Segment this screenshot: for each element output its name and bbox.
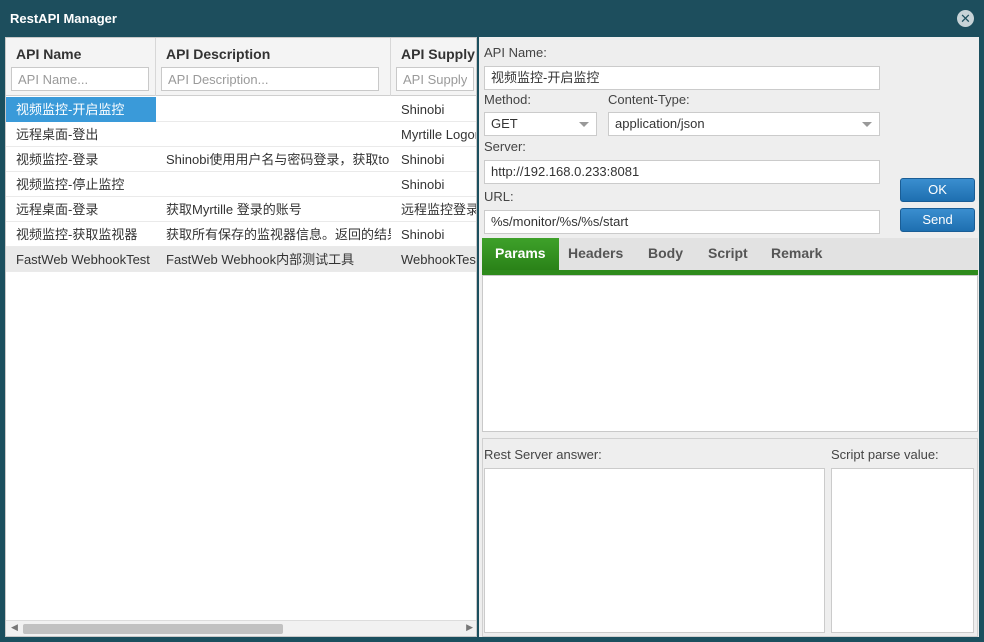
column-header-label: API Supply xyxy=(401,46,475,62)
row-description-cell[interactable] xyxy=(156,97,391,122)
row-description-cell[interactable]: Shinobi使用用户名与密码登录，获取to xyxy=(156,147,391,172)
api-detail-panel: API Name: 视频监控-开启监控 Method: Content-Type… xyxy=(479,37,979,637)
row-name-cell[interactable]: FastWeb WebhookTest xyxy=(6,247,156,272)
tab-script[interactable]: Script xyxy=(695,238,761,270)
rest-server-answer-box[interactable] xyxy=(484,468,825,633)
title-bar: RestAPI Manager ✕ xyxy=(0,0,984,36)
scroll-left-icon[interactable]: ◀ xyxy=(11,622,18,633)
row-description-cell[interactable]: 获取Myrtille 登录的账号 xyxy=(156,197,391,222)
column-api-description[interactable]: API Description xyxy=(156,38,391,96)
table-row[interactable]: 远程桌面-登出 Myrtille Logon xyxy=(6,122,476,147)
column-header-label: API Description xyxy=(166,46,271,62)
row-name-cell[interactable]: 视频监控-登录 xyxy=(6,147,156,172)
row-supply-cell[interactable]: Shinobi xyxy=(391,172,476,197)
url-label: URL: xyxy=(484,189,514,204)
api-name-filter-input[interactable] xyxy=(11,67,149,91)
method-value: GET xyxy=(491,116,518,131)
api-name-field[interactable]: 视频监控-开启监控 xyxy=(484,66,880,90)
request-tabs: Params Headers Body Script Remark xyxy=(482,238,978,275)
rest-server-answer-label: Rest Server answer: xyxy=(484,447,602,462)
row-description-cell[interactable] xyxy=(156,172,391,197)
window-title: RestAPI Manager xyxy=(10,11,117,26)
server-field[interactable]: http://192.168.0.233:8081 xyxy=(484,160,880,184)
api-description-filter-input[interactable] xyxy=(161,67,379,91)
script-parse-value-box[interactable] xyxy=(831,468,974,633)
chevron-down-icon xyxy=(862,122,872,127)
row-name-cell[interactable]: 远程桌面-登录 xyxy=(6,197,156,222)
tab-headers[interactable]: Headers xyxy=(555,238,636,270)
row-name-cell[interactable]: 视频监控-开启监控 xyxy=(6,97,156,122)
column-api-supply[interactable]: API Supply xyxy=(391,38,476,96)
content-type-select[interactable]: application/json xyxy=(608,112,880,136)
restapi-manager-window: RestAPI Manager ✕ API Name API Descripti… xyxy=(0,0,984,642)
api-grid: API Name API Description API Supply 视频监控… xyxy=(5,37,477,637)
row-supply-cell[interactable]: WebhookTest xyxy=(391,247,476,272)
row-description-cell[interactable] xyxy=(156,122,391,147)
table-row[interactable]: 远程桌面-登录 获取Myrtille 登录的账号 远程监控登录 xyxy=(6,197,476,222)
table-row[interactable]: 视频监控-获取监视器 获取所有保存的监视器信息。返回的结果 Shinobi xyxy=(6,222,476,247)
tab-body[interactable]: Body xyxy=(635,238,696,270)
row-supply-cell[interactable]: Shinobi xyxy=(391,222,476,247)
horizontal-scrollbar[interactable]: ◀ ▶ xyxy=(6,620,476,636)
row-supply-cell[interactable]: Shinobi xyxy=(391,147,476,172)
column-api-name[interactable]: API Name xyxy=(6,38,156,96)
table-row[interactable]: 视频监控-登录 Shinobi使用用户名与密码登录，获取to Shinobi xyxy=(6,147,476,172)
scroll-right-icon[interactable]: ▶ xyxy=(466,622,473,633)
api-name-label: API Name: xyxy=(484,45,547,60)
row-supply-cell[interactable]: Myrtille Logon xyxy=(391,122,476,147)
url-field[interactable]: %s/monitor/%s/%s/start xyxy=(484,210,880,234)
api-supply-filter-input[interactable] xyxy=(396,67,474,91)
grid-header: API Name API Description API Supply xyxy=(6,38,476,96)
row-name-cell[interactable]: 远程桌面-登出 xyxy=(6,122,156,147)
table-row[interactable]: FastWeb WebhookTest FastWeb Webhook内部测试工… xyxy=(6,247,476,272)
params-editor[interactable] xyxy=(482,275,978,432)
tab-params[interactable]: Params xyxy=(482,238,559,270)
answer-area: Rest Server answer: Script parse value: xyxy=(482,438,978,637)
send-button[interactable]: Send xyxy=(900,208,975,232)
table-row[interactable]: 视频监控-停止监控 Shinobi xyxy=(6,172,476,197)
content-type-label: Content-Type: xyxy=(608,92,690,107)
tab-remark[interactable]: Remark xyxy=(758,238,835,270)
method-select[interactable]: GET xyxy=(484,112,597,136)
row-name-cell[interactable]: 视频监控-停止监控 xyxy=(6,172,156,197)
chevron-down-icon xyxy=(579,122,589,127)
row-supply-cell[interactable]: Shinobi xyxy=(391,97,476,122)
row-description-cell[interactable]: FastWeb Webhook内部测试工具 xyxy=(156,247,391,272)
scrollbar-thumb[interactable] xyxy=(23,624,283,634)
close-icon[interactable]: ✕ xyxy=(957,10,974,27)
method-label: Method: xyxy=(484,92,531,107)
row-description-cell[interactable]: 获取所有保存的监视器信息。返回的结果 xyxy=(156,222,391,247)
server-label: Server: xyxy=(484,139,526,154)
row-name-cell[interactable]: 视频监控-获取监视器 xyxy=(6,222,156,247)
script-parse-value-label: Script parse value: xyxy=(831,447,939,462)
column-header-label: API Name xyxy=(16,46,82,62)
row-supply-cell[interactable]: 远程监控登录 xyxy=(391,197,476,222)
content-type-value: application/json xyxy=(615,116,705,131)
table-row[interactable]: 视频监控-开启监控 Shinobi xyxy=(6,97,476,122)
ok-button[interactable]: OK xyxy=(900,178,975,202)
